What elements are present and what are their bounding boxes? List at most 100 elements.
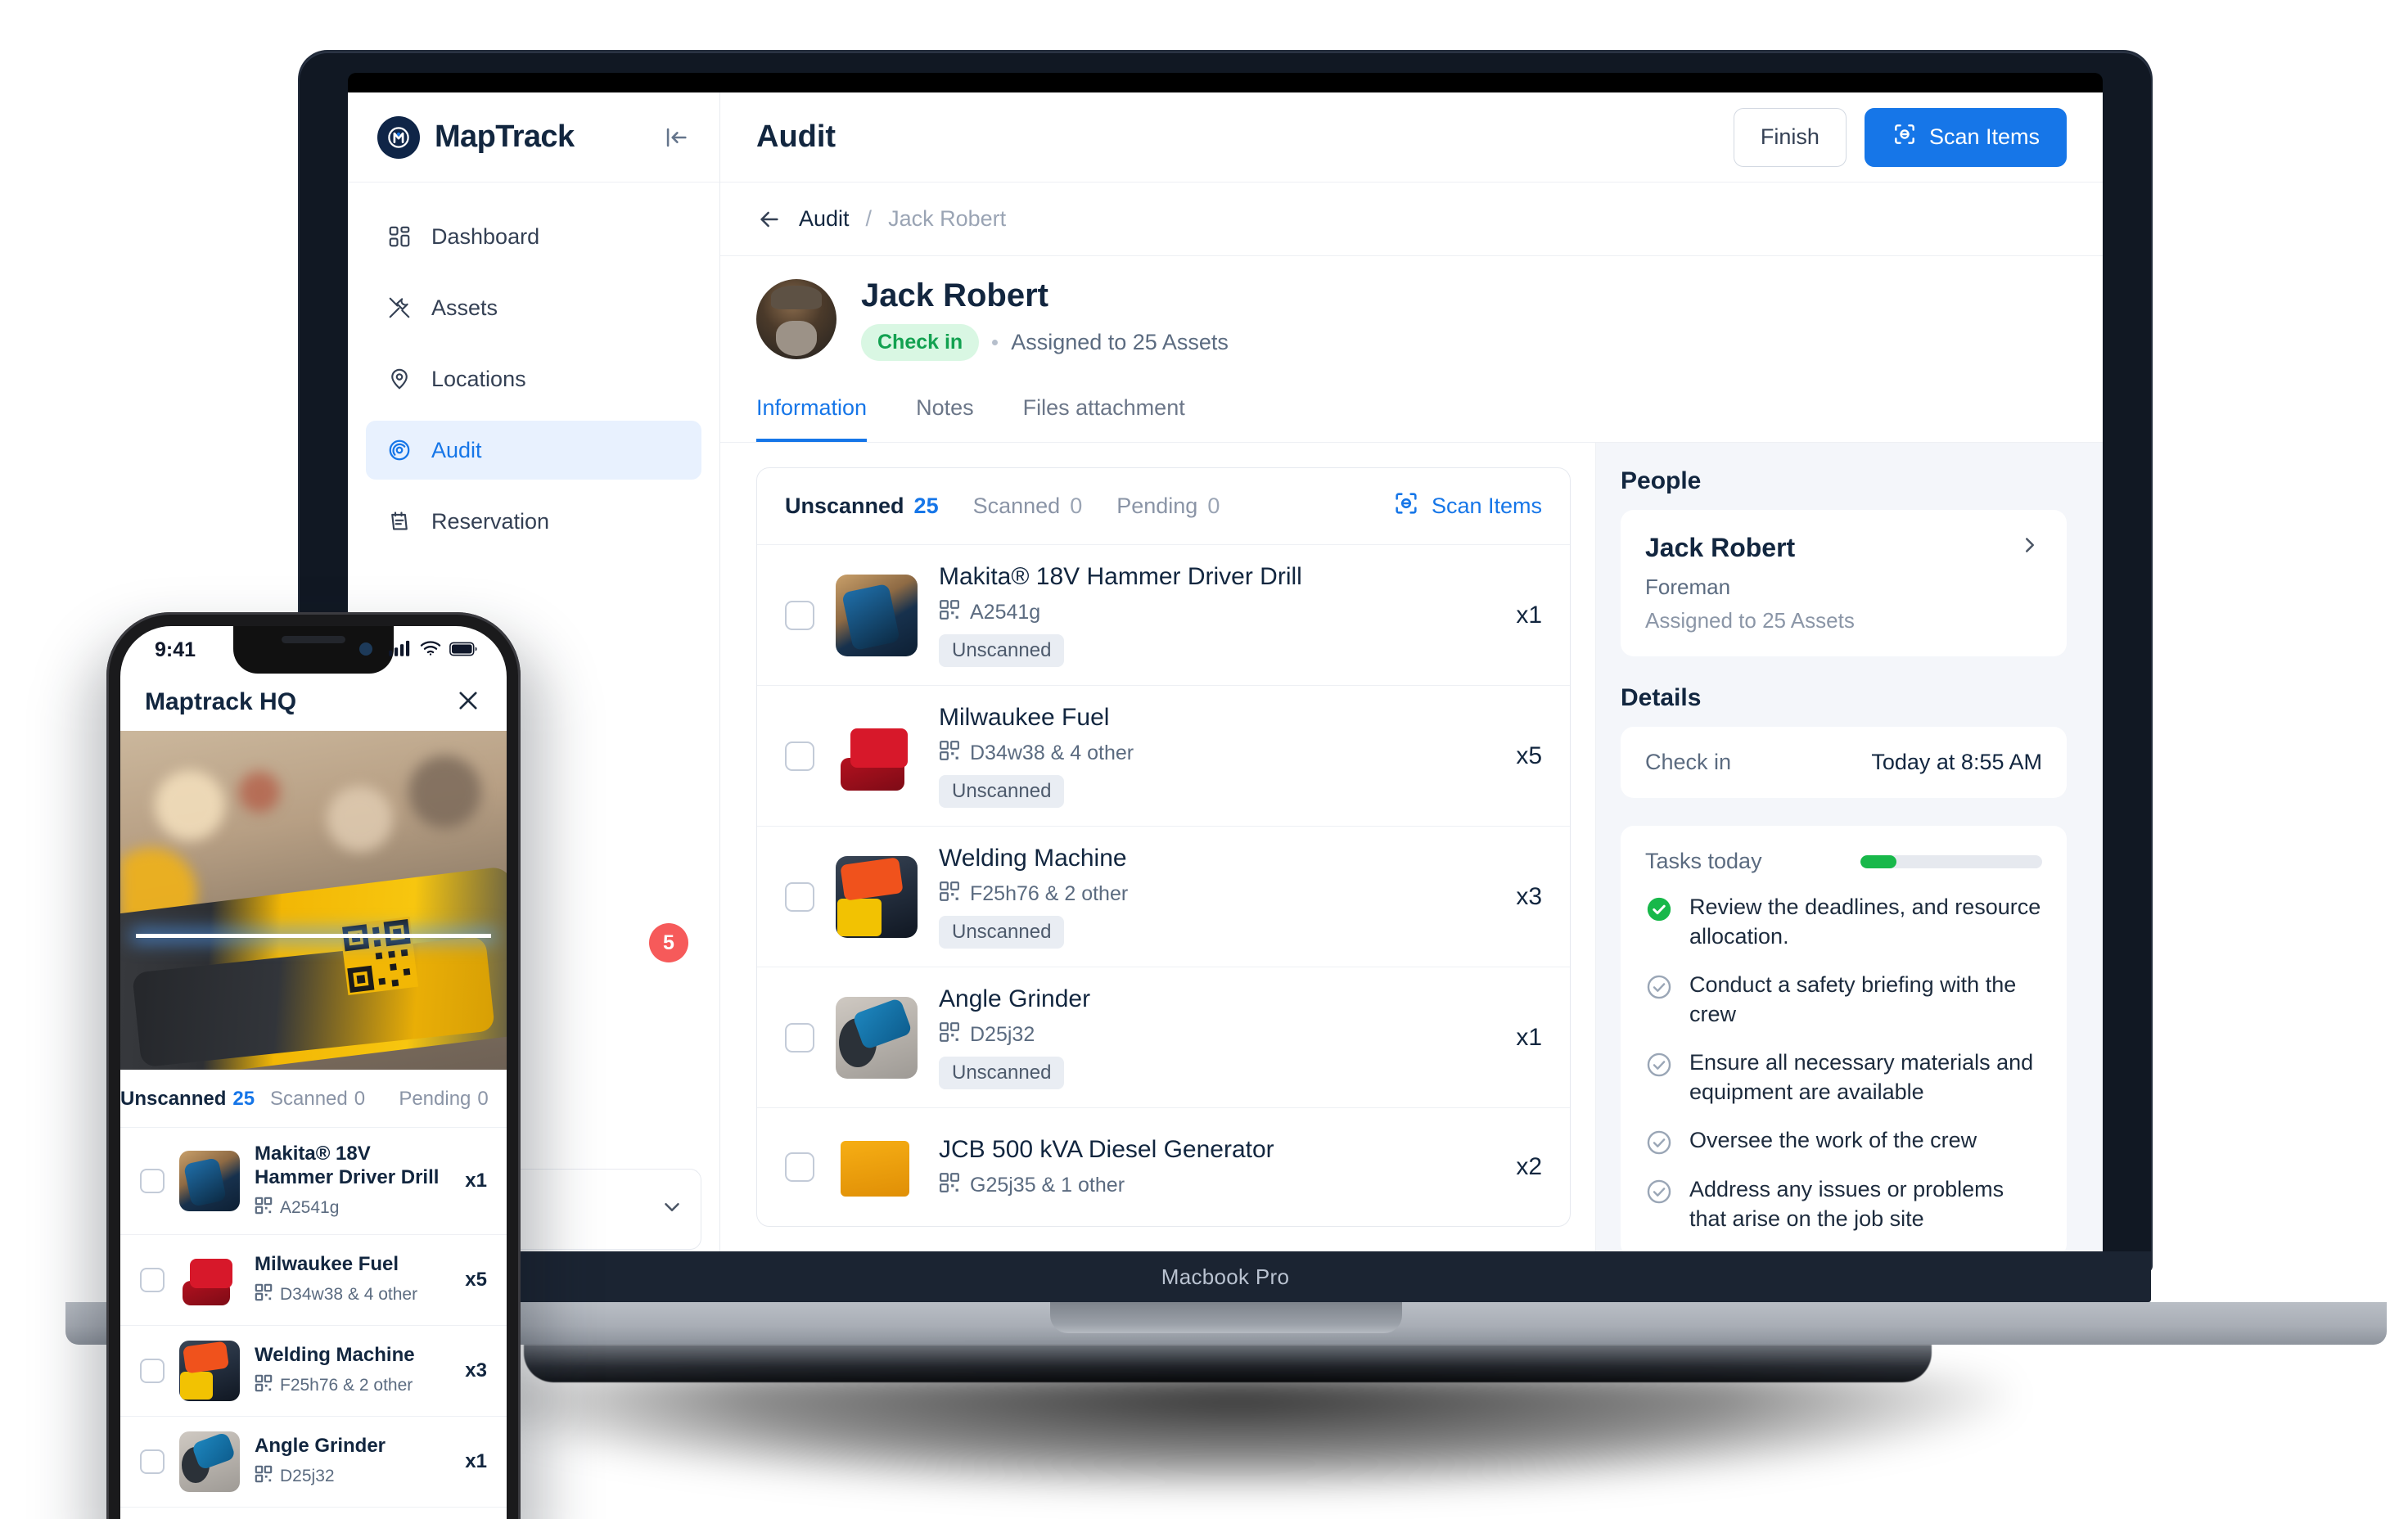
- list-item[interactable]: Milwaukee Fuel D34w38 & 4 other x5: [120, 1235, 507, 1326]
- scan-items-button-label: Scan Items: [1928, 124, 2040, 149]
- grid-icon: [386, 223, 413, 250]
- asset-quantity: x2: [1516, 1153, 1542, 1180]
- tab-files-attachment[interactable]: Files attachment: [1023, 379, 1185, 442]
- scan-line: [135, 934, 492, 939]
- tasks-progress-bar: [1860, 854, 2042, 868]
- row-checkbox[interactable]: [785, 881, 814, 912]
- asset-info: Angle Grinder D25j32: [255, 1435, 450, 1488]
- sidebar-item-audit[interactable]: Audit: [366, 421, 701, 480]
- tab-notes[interactable]: Notes: [916, 379, 974, 442]
- tab-information[interactable]: Information: [756, 379, 868, 442]
- phone-header-title: Maptrack HQ: [145, 688, 297, 715]
- segment-unscanned[interactable]: Unscanned 25: [785, 494, 939, 519]
- close-icon[interactable]: [454, 687, 482, 719]
- phone-tab-scanned[interactable]: Scanned 0: [255, 1070, 381, 1127]
- sidebar-item-dashboard[interactable]: Dashboard: [366, 207, 701, 266]
- table-row[interactable]: Angle Grinder D25j32 Unscanned x1: [757, 967, 1570, 1108]
- table-row[interactable]: Milwaukee Fuel D34w38 & 4 other Unscanne…: [757, 686, 1570, 827]
- asset-name: Makita® 18V Hammer Driver Drill: [939, 563, 1302, 590]
- asset-code-text: D34w38 & 4 other: [280, 1284, 418, 1304]
- row-checkbox[interactable]: [785, 1022, 814, 1052]
- people-heading: People: [1621, 467, 1702, 494]
- asset-thumbnail: [179, 1431, 240, 1492]
- details-heading: Details: [1621, 684, 1702, 711]
- qr-code-icon: [939, 881, 960, 908]
- profile-meta: Check in Assigned to 25 Assets: [861, 324, 1229, 361]
- finish-button[interactable]: Finish: [1733, 107, 1847, 167]
- person-role: Foreman: [1645, 575, 1731, 599]
- brand-name: MapTrack: [435, 119, 575, 154]
- list-item[interactable]: Angle Grinder D25j32 x1: [120, 1417, 507, 1508]
- phone-tab-count: 0: [477, 1088, 489, 1110]
- chevron-right-icon[interactable]: [2018, 533, 2042, 561]
- scan-items-link[interactable]: Scan Items: [1392, 489, 1542, 523]
- asset-thumbnail: [179, 1249, 240, 1310]
- qr-code-icon: [939, 740, 960, 767]
- asset-thumbnail: [836, 855, 918, 938]
- phone-tab-unscanned[interactable]: Unscanned 25: [120, 1070, 255, 1127]
- row-checkbox[interactable]: [140, 1267, 165, 1292]
- segment-pending[interactable]: Pending 0: [1116, 494, 1220, 519]
- row-checkbox[interactable]: [140, 1449, 165, 1474]
- segment-scanned[interactable]: Scanned 0: [973, 494, 1083, 519]
- laptop-device: MapTrack Dashboard Assets Locations Audi…: [300, 52, 2151, 1271]
- asset-quantity: x1: [465, 1169, 487, 1192]
- tab-bar: Information Notes Files attachment: [720, 379, 2103, 443]
- list-item[interactable]: Conduct a safety briefing with the crew: [1645, 970, 2042, 1030]
- scan-icon: [1892, 121, 1918, 153]
- scan-icon: [1392, 489, 1420, 523]
- list-item[interactable]: Oversee the work of the crew: [1645, 1125, 2042, 1156]
- person-card[interactable]: Jack Robert Foreman Assigned to 25 Asset…: [1621, 510, 2067, 656]
- segment-label: Pending: [1116, 494, 1198, 518]
- asset-code-text: F25h76 & 2 other: [970, 882, 1129, 905]
- asset-name: Welding Machine: [255, 1344, 415, 1367]
- row-checkbox[interactable]: [785, 1152, 814, 1182]
- scan-items-button[interactable]: Scan Items: [1864, 107, 2067, 167]
- list-item[interactable]: Review the deadlines, and resource alloc…: [1645, 892, 2042, 952]
- asset-thumbnail: [836, 574, 918, 656]
- list-item[interactable]: Makita® 18V Hammer Driver Drill A2541g x…: [120, 1128, 507, 1235]
- list-item[interactable]: Welding Machine F25h76 & 2 other x3: [120, 1326, 507, 1417]
- phone-tab-label: Pending: [399, 1088, 471, 1110]
- row-checkbox[interactable]: [785, 741, 814, 771]
- phone-tab-label: Unscanned: [120, 1088, 227, 1110]
- phone-device: 9:41 Maptrack HQ Unscanned 25 Scanned 0 …: [87, 612, 545, 1519]
- table-row[interactable]: Makita® 18V Hammer Driver Drill A2541g U…: [757, 545, 1570, 686]
- breadcrumb-root[interactable]: Audit: [799, 206, 850, 232]
- phone-status-bar: 9:41: [120, 626, 507, 674]
- tasks-progress-fill: [1860, 854, 1897, 868]
- row-checkbox[interactable]: [785, 600, 814, 630]
- table-row[interactable]: Welding Machine F25h76 & 2 other Unscann…: [757, 827, 1570, 967]
- collapse-left-icon[interactable]: [662, 124, 690, 151]
- content-area: Unscanned 25 Scanned 0 Pending 0 Scan It…: [720, 443, 2103, 1271]
- support-badge: 5: [649, 923, 688, 962]
- qr-code-icon: [255, 1374, 273, 1397]
- asset-info: Welding Machine F25h76 & 2 other: [255, 1344, 450, 1397]
- row-checkbox[interactable]: [140, 1358, 165, 1383]
- arrow-left-icon[interactable]: [756, 206, 782, 232]
- row-checkbox[interactable]: [140, 1168, 165, 1193]
- map-pin-icon: [386, 365, 413, 393]
- right-rail: People Jack Robert Foreman Assigned to 2…: [1595, 443, 2103, 1271]
- sidebar-item-reservation[interactable]: Reservation: [366, 492, 701, 551]
- check-in-label: Check in: [1645, 750, 1732, 774]
- list-item[interactable]: Address any issues or problems that aris…: [1645, 1174, 2042, 1234]
- qr-code-icon: [255, 1197, 273, 1219]
- sidebar-item-assets[interactable]: Assets: [366, 278, 701, 337]
- tasks-title: Tasks today: [1645, 849, 1762, 873]
- asset-info: JCB 500 kVA Diesel Generator G25j35 & 1 …: [939, 1136, 1478, 1199]
- asset-thumbnail: [179, 1340, 240, 1401]
- task-text: Ensure all necessary materials and equip…: [1689, 1049, 2034, 1105]
- asset-code: D34w38 & 4 other: [255, 1283, 450, 1306]
- asset-list-wrap: Unscanned 25 Scanned 0 Pending 0 Scan It…: [720, 443, 1595, 1271]
- asset-thumbnail: [836, 996, 918, 1079]
- tasks-card: Tasks today Review the deadlines, and re…: [1621, 826, 2067, 1257]
- sidebar-item-locations[interactable]: Locations: [366, 349, 701, 408]
- profile-assigned: Assigned to 25 Assets: [1011, 330, 1229, 354]
- tools-icon: [386, 294, 413, 322]
- phone-tab-pending[interactable]: Pending 0: [381, 1070, 507, 1127]
- list-item[interactable]: Ensure all necessary materials and equip…: [1645, 1048, 2042, 1107]
- table-row[interactable]: JCB 500 kVA Diesel Generator G25j35 & 1 …: [757, 1108, 1570, 1226]
- asset-code-text: D25j32: [970, 1023, 1035, 1046]
- profile-name: Jack Robert: [861, 277, 1048, 313]
